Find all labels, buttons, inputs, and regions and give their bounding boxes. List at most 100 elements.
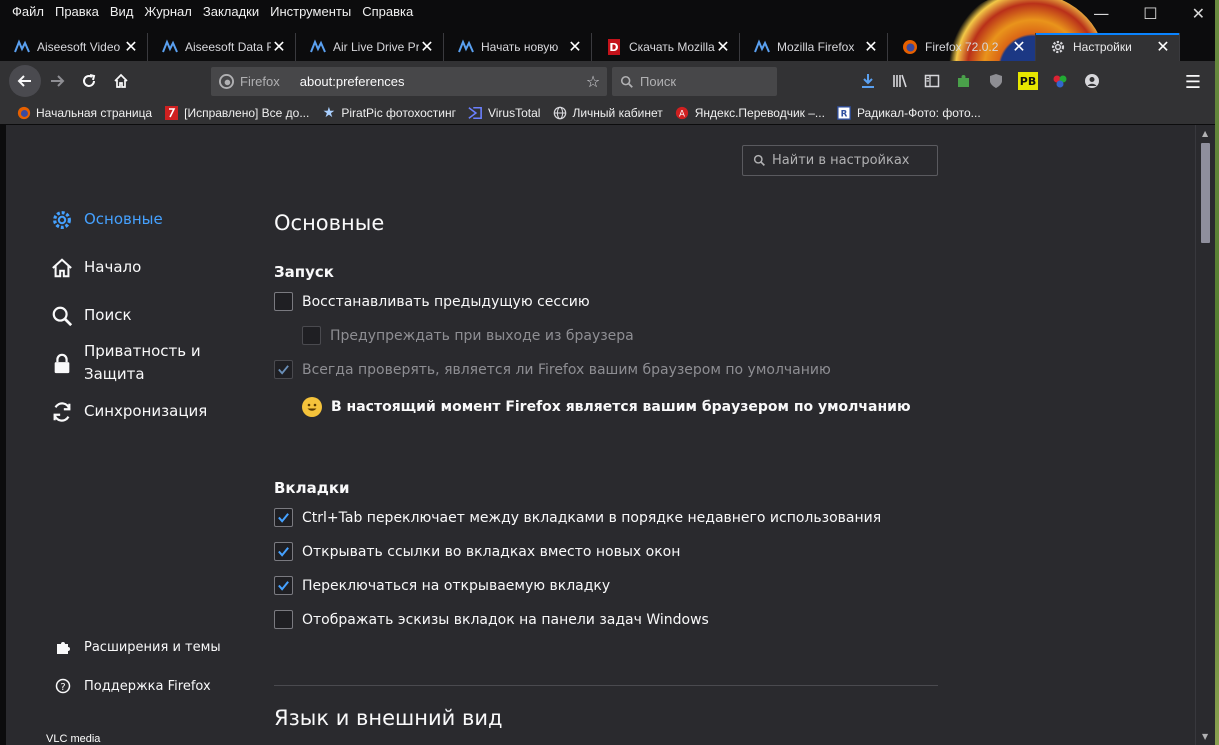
- category-home[interactable]: Начало: [50, 256, 141, 280]
- close-window-icon[interactable]: ✕: [1192, 4, 1205, 23]
- tab-firefox-version[interactable]: Firefox 72.0.2 ✕: [888, 33, 1036, 61]
- forward-button[interactable]: [41, 65, 73, 97]
- category-search[interactable]: Поиск: [50, 304, 132, 328]
- bookmark-item[interactable]: R Радикал-Фото: фото...: [837, 105, 981, 120]
- close-icon[interactable]: ✕: [1011, 37, 1027, 57]
- bookmark-item[interactable]: A Яндекс.Переводчик –...: [675, 105, 825, 120]
- close-icon[interactable]: ✕: [863, 37, 879, 57]
- menu-tools[interactable]: Инструменты: [270, 4, 351, 19]
- bookmark-label: PiratPic фотохостинг: [341, 105, 456, 120]
- hamburger-menu-icon[interactable]: ☰: [1185, 72, 1201, 93]
- bookmark-item[interactable]: ★ PiratPic фотохостинг: [321, 104, 456, 120]
- url-input[interactable]: about:preferences: [300, 74, 579, 89]
- tab-new-topic[interactable]: Начать новую ✕: [444, 33, 592, 61]
- bookmarks-toolbar: Начальная страница [Исправлено] Все до..…: [0, 101, 1215, 125]
- back-button[interactable]: [9, 65, 41, 97]
- ctrl-tab-checkbox[interactable]: Ctrl+Tab переключает между вкладками в п…: [274, 508, 881, 527]
- category-general[interactable]: Основные: [50, 208, 163, 232]
- checkbox-checked[interactable]: [274, 542, 293, 561]
- search-placeholder: Поиск: [640, 74, 677, 89]
- close-icon[interactable]: ✕: [567, 37, 583, 57]
- scroll-down-icon[interactable]: ▼: [1202, 732, 1208, 741]
- tab-label: Mozilla Firefox: [777, 40, 855, 54]
- firefox-support-link[interactable]: ? Поддержка Firefox: [54, 677, 211, 695]
- puzzle-piece-icon: [54, 638, 72, 656]
- bookmark-item[interactable]: Начальная страница: [16, 105, 152, 120]
- close-icon[interactable]: ✕: [419, 37, 435, 57]
- scroll-up-icon[interactable]: ▲: [1202, 129, 1208, 138]
- tab-aiseesoft-data[interactable]: Aiseesoft Data R ✕: [148, 33, 296, 61]
- bookmark-star-icon[interactable]: ☆: [579, 72, 607, 91]
- page-scrollbar[interactable]: ▲ ▼: [1195, 125, 1215, 745]
- warn-on-quit-checkbox[interactable]: Предупреждать при выходе из браузера: [302, 326, 634, 345]
- library-icon[interactable]: [887, 67, 913, 95]
- reload-button[interactable]: [73, 65, 105, 97]
- check-default-browser-checkbox[interactable]: Всегда проверять, является ли Firefox ва…: [274, 360, 831, 379]
- tab-label: Скачать Mozilla: [629, 40, 715, 54]
- sidebar-icon[interactable]: [919, 67, 945, 95]
- tab-aiseesoft-video[interactable]: Aiseesoft Video ✕: [0, 33, 148, 61]
- shield-icon[interactable]: [983, 67, 1009, 95]
- extension-puzzle-icon[interactable]: [951, 67, 977, 95]
- close-icon[interactable]: ✕: [1155, 37, 1171, 57]
- identity-label: Firefox: [240, 74, 280, 89]
- tab-label: Aiseesoft Video: [37, 40, 121, 54]
- checkbox-checked[interactable]: [274, 360, 293, 379]
- account-icon[interactable]: [1079, 67, 1105, 95]
- category-sync[interactable]: Синхронизация: [50, 400, 207, 424]
- red-square-icon: [164, 105, 179, 120]
- checkbox-checked[interactable]: [274, 576, 293, 595]
- category-label: Синхронизация: [84, 402, 208, 420]
- open-links-in-tabs-checkbox[interactable]: Открывать ссылки во вкладках вместо новы…: [274, 542, 680, 561]
- support-label: Поддержка Firefox: [84, 678, 211, 694]
- bookmark-item[interactable]: VirusTotal: [468, 105, 540, 120]
- menu-view[interactable]: Вид: [110, 4, 134, 19]
- color-extension-icon[interactable]: [1047, 67, 1073, 95]
- category-privacy[interactable]: Приватность и Защита: [50, 340, 214, 386]
- bookmark-item[interactable]: Личный кабинет: [552, 105, 663, 120]
- switch-to-new-tab-checkbox[interactable]: Переключаться на открываемую вкладку: [274, 576, 610, 595]
- close-icon[interactable]: ✕: [123, 37, 139, 57]
- maximize-icon[interactable]: ☐: [1143, 4, 1157, 23]
- url-bar[interactable]: Firefox about:preferences ☆: [211, 67, 607, 96]
- scrollbar-thumb[interactable]: [1201, 143, 1210, 243]
- taskbar-previews-checkbox[interactable]: Отображать эскизы вкладок на панели зада…: [274, 610, 709, 629]
- restore-session-checkbox[interactable]: Восстанавливать предыдущую сессию: [274, 292, 590, 311]
- close-icon[interactable]: ✕: [715, 37, 731, 57]
- menu-edit[interactable]: Правка: [55, 4, 99, 19]
- svg-text:PB: PB: [1020, 75, 1036, 88]
- bookmark-label: Радикал-Фото: фото...: [856, 105, 981, 120]
- bookmark-item[interactable]: [Исправлено] Все до...: [164, 105, 309, 120]
- search-bar[interactable]: Поиск: [612, 67, 777, 96]
- menu-file[interactable]: Файл: [12, 4, 44, 19]
- checkmark-icon: [278, 365, 289, 375]
- tab-settings[interactable]: Настройки ✕: [1036, 33, 1180, 61]
- minimize-icon[interactable]: —: [1093, 4, 1109, 23]
- menu-bookmarks[interactable]: Закладки: [203, 4, 259, 19]
- checkbox-unchecked[interactable]: [302, 326, 321, 345]
- menu-help[interactable]: Справка: [362, 4, 413, 19]
- downloads-icon[interactable]: [855, 67, 881, 95]
- extensions-label: Расширения и темы: [84, 639, 221, 655]
- extensions-themes-link[interactable]: Расширения и темы: [54, 638, 221, 656]
- home-button[interactable]: [105, 65, 137, 97]
- tab-download-mozilla[interactable]: D Скачать Mozilla ✕: [592, 33, 740, 61]
- close-icon[interactable]: ✕: [271, 37, 287, 57]
- menu-history[interactable]: Журнал: [144, 4, 191, 19]
- pb-extension-icon[interactable]: PB: [1015, 67, 1041, 95]
- checkbox-unchecked[interactable]: [274, 610, 293, 629]
- checkbox-checked[interactable]: [274, 508, 293, 527]
- identity-box[interactable]: Firefox: [219, 74, 300, 89]
- checkmark-icon: [278, 547, 289, 557]
- tab-air-live-drive[interactable]: Air Live Drive Pr ✕: [296, 33, 444, 61]
- option-label: Ctrl+Tab переключает между вкладками в п…: [302, 509, 882, 526]
- svg-text:D: D: [609, 41, 618, 54]
- tab-mozilla-firefox[interactable]: Mozilla Firefox ✕: [740, 33, 888, 61]
- gear-icon: [1050, 39, 1066, 55]
- checkbox-unchecked[interactable]: [274, 292, 293, 311]
- preferences-search-input[interactable]: Найти в настройках: [742, 145, 938, 176]
- checkmark-icon: [278, 513, 289, 523]
- option-label: Восстанавливать предыдущую сессию: [302, 293, 590, 310]
- bookmark-label: VirusTotal: [487, 105, 541, 120]
- language-appearance-title: Язык и внешний вид: [274, 706, 503, 730]
